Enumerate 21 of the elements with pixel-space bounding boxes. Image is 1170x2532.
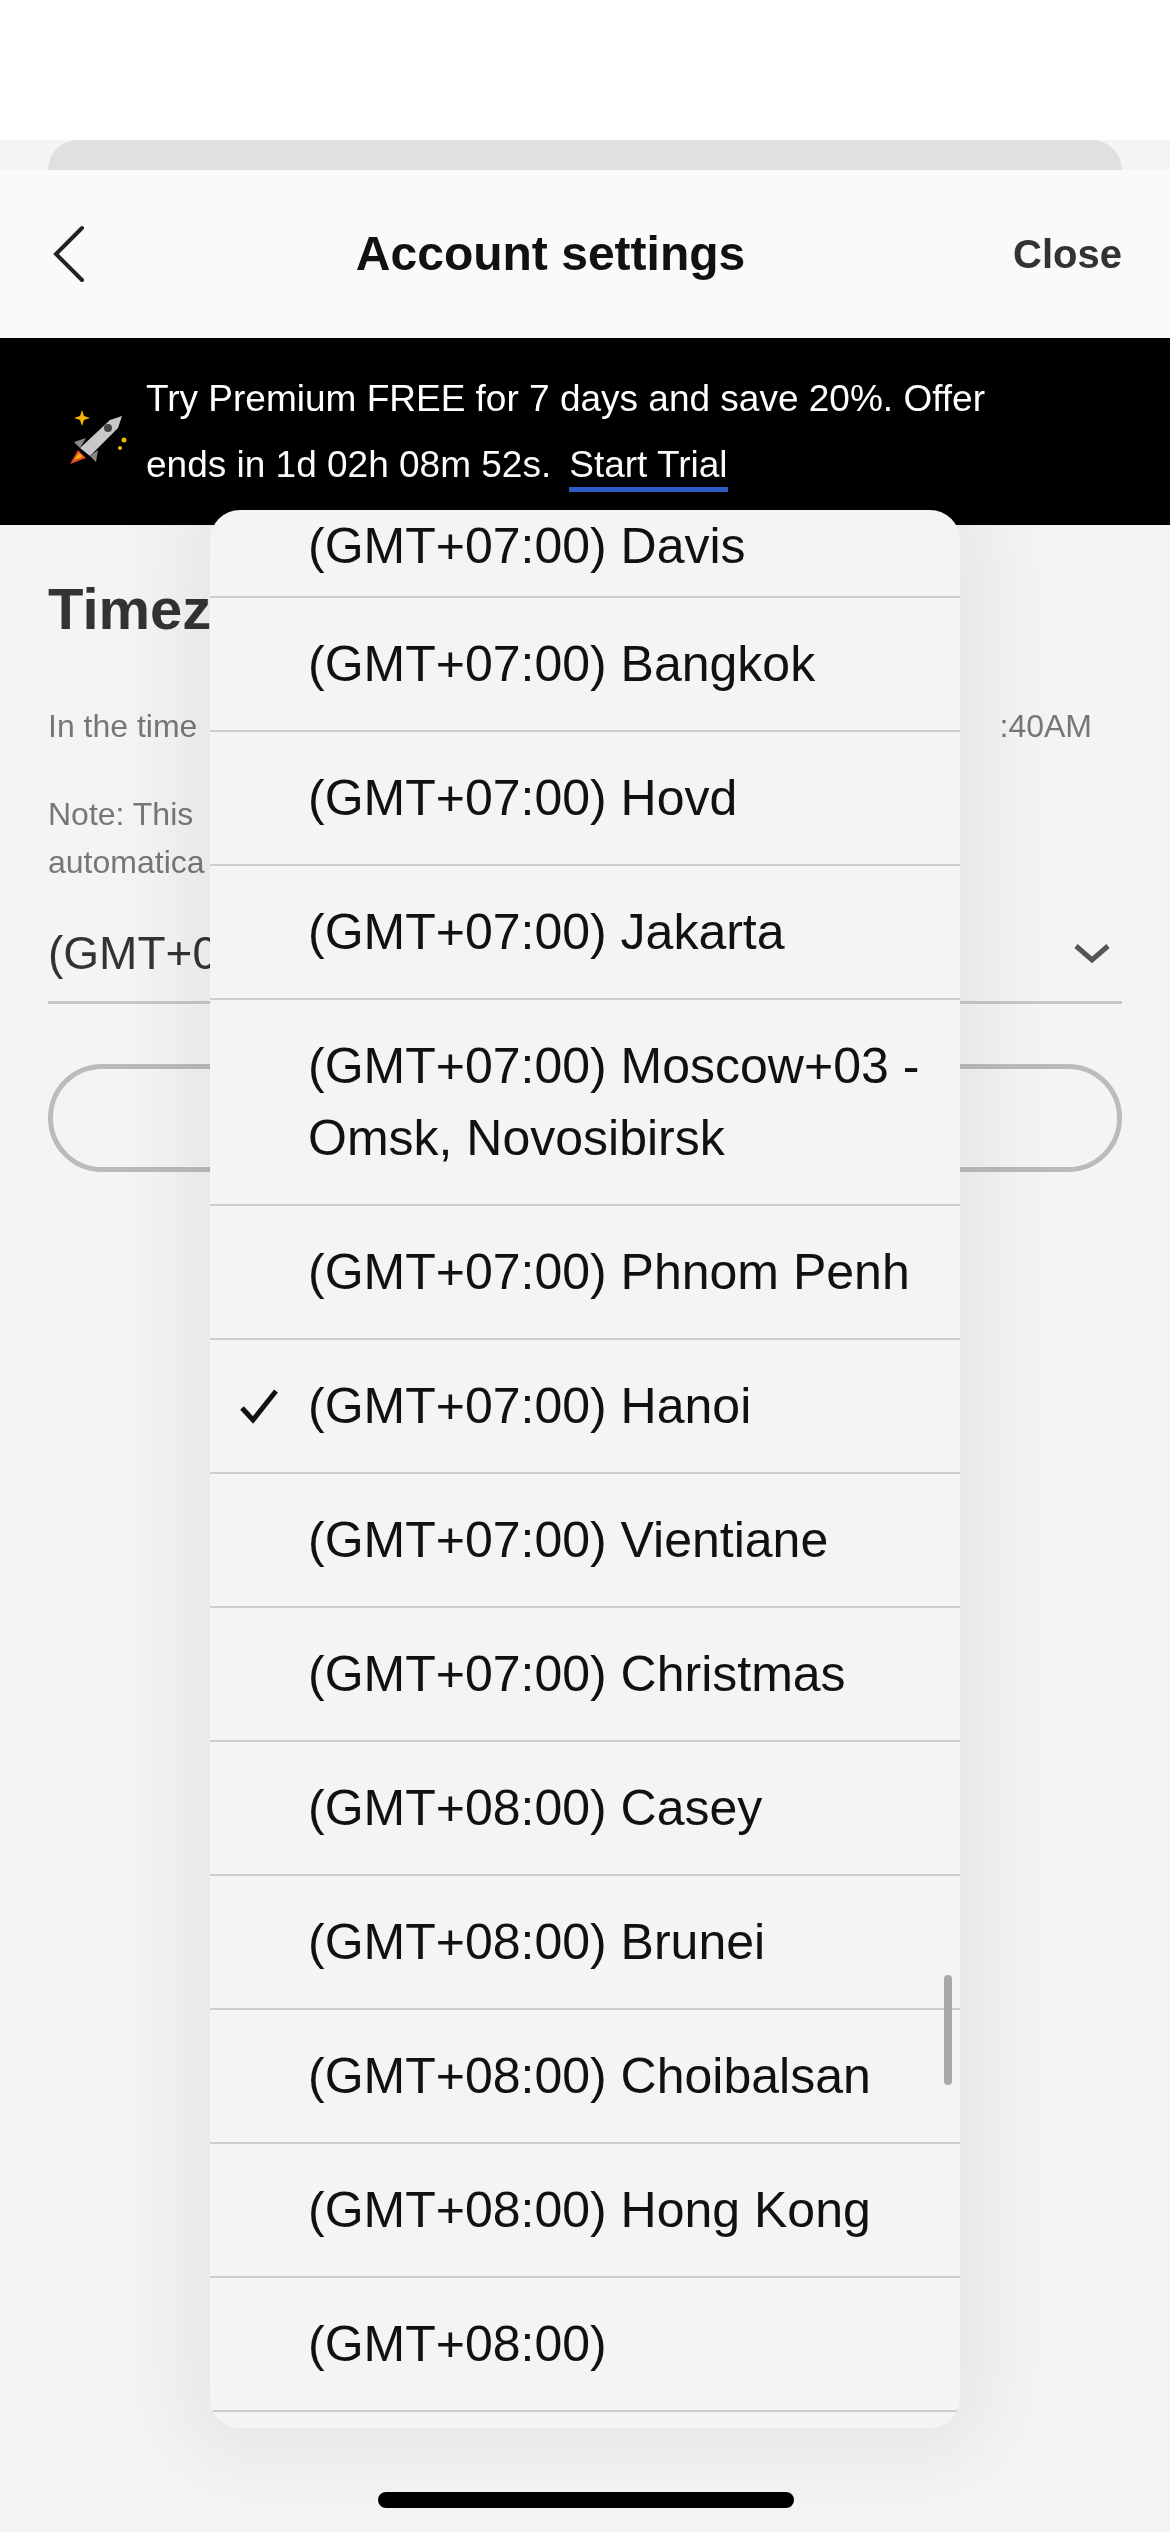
timezone-option[interactable]: (GMT+07:00) Davis	[210, 510, 960, 598]
note-text: Note: This automatica	[48, 795, 205, 882]
timezone-option[interactable]: (GMT+07:00) Bangkok	[210, 598, 960, 732]
timezone-option[interactable]: (GMT+07:00) Phnom Penh	[210, 1206, 960, 1340]
start-trial-link[interactable]: Start Trial	[569, 444, 728, 492]
page-title: Account settings	[355, 226, 746, 282]
timezone-option[interactable]: (GMT+07:00) Vientiane	[210, 1474, 960, 1608]
section-heading: Timez	[48, 575, 213, 643]
description-text: In the time	[48, 707, 198, 746]
chevron-down-icon	[1072, 941, 1112, 966]
timezone-option[interactable]: (GMT+08:00)	[210, 2278, 960, 2412]
timezone-option[interactable]: (GMT+07:00) Christmas	[210, 1608, 960, 1742]
timezone-option[interactable]: (GMT+07:00) Moscow+03 - Omsk, Novosibirsk	[210, 1000, 960, 1206]
current-time-text: :40AM	[999, 707, 1092, 746]
timezone-option[interactable]: (GMT+08:00) Casey	[210, 1742, 960, 1876]
timezone-option[interactable]: (GMT+07:00) Hovd	[210, 732, 960, 866]
timezone-option[interactable]: (GMT+07:00) Jakarta	[210, 866, 960, 1000]
promo-text: Try Premium FREE for 7 days and save 20%. Offer ends in 1d 02h 08m 52s. Start Trial	[146, 366, 1070, 498]
close-button[interactable]: Close	[1013, 224, 1122, 284]
timezone-option[interactable]: (GMT+08:00) Hong Kong	[210, 2144, 960, 2278]
timezone-option[interactable]: (GMT+07:00) Hanoi	[210, 1340, 960, 1474]
